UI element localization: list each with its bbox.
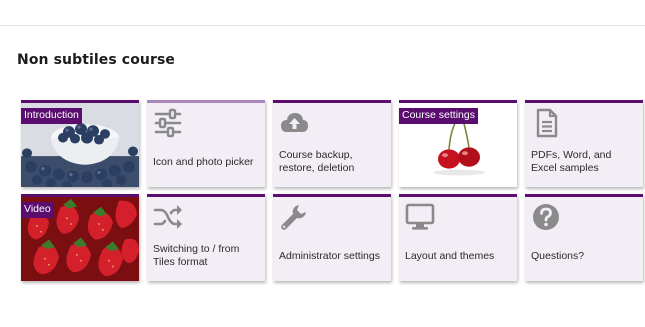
tile-label: Introduction — [21, 108, 82, 124]
tile-label: Course settings — [399, 108, 478, 124]
tile-course-backup[interactable]: Course backup, restore, deletion — [273, 100, 391, 187]
wrench-icon — [279, 202, 309, 232]
tile-label: Switching to / from Tiles format — [153, 243, 240, 268]
desktop-icon — [405, 202, 435, 232]
tile-label: Layout and themes — [405, 249, 495, 262]
header-divider — [0, 25, 645, 26]
tile-course-settings[interactable]: Course settings — [399, 100, 517, 187]
tile-label: Video — [21, 202, 54, 218]
tile-switching-tiles-format[interactable]: Switching to / from Tiles format — [147, 194, 265, 281]
tile-introduction[interactable]: Introduction — [21, 100, 139, 187]
tile-label: Questions? — [531, 249, 585, 262]
tile-label: Icon and photo picker — [153, 155, 254, 168]
tile-label: Course backup, restore, deletion — [279, 149, 355, 174]
tile-pdfs-word-excel[interactable]: PDFs, Word, and Excel samples — [525, 100, 643, 187]
tile-label: Administrator settings — [279, 249, 380, 262]
tile-layout-and-themes[interactable]: Layout and themes — [399, 194, 517, 281]
tile-questions[interactable]: Questions? — [525, 194, 643, 281]
shuffle-icon — [153, 202, 183, 232]
tile-label: PDFs, Word, and Excel samples — [531, 149, 612, 174]
tiles-grid: Introduction Icon and photo picker Cours… — [21, 100, 643, 281]
cloud-upload-icon — [279, 108, 309, 138]
sliders-icon — [153, 108, 183, 138]
tile-administrator-settings[interactable]: Administrator settings — [273, 194, 391, 281]
tile-icon-and-photo-picker[interactable]: Icon and photo picker — [147, 100, 265, 187]
question-circle-icon — [531, 202, 561, 232]
page-title: Non subtiles course — [17, 52, 176, 68]
file-text-icon — [531, 108, 561, 138]
tile-video[interactable]: Video — [21, 194, 139, 281]
